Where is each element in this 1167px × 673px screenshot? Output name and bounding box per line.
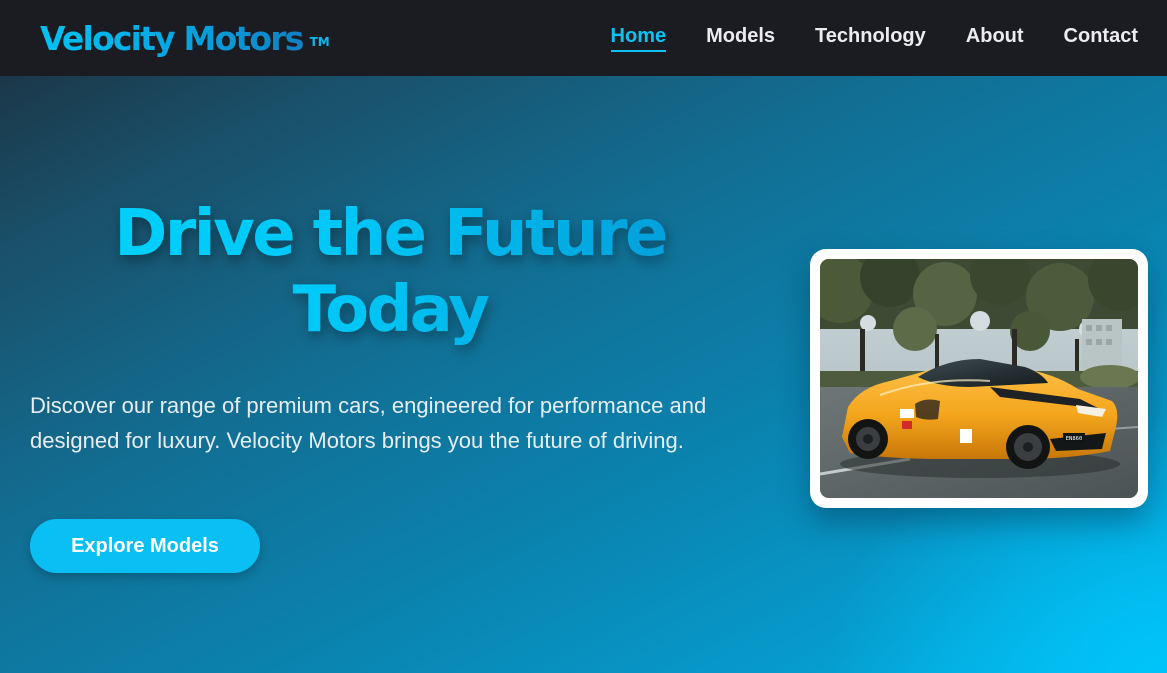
nav-contact-link[interactable]: Contact [1064,25,1138,52]
explore-models-button[interactable]: Explore Models [30,519,260,573]
hero-title: Drive the Future Today [40,196,740,348]
hero-section: Drive the Future Today Discover our rang… [0,76,1167,673]
hero-description: Discover our range of premium cars, engi… [30,393,707,453]
nav-about-link[interactable]: About [966,25,1024,52]
trademark-mark: TM [309,34,330,49]
brand-name: Velocity Motors [40,18,304,58]
hero-title-line-2: Today [292,273,488,347]
car-photo: EN860 [820,259,1138,498]
nav-home-link[interactable]: Home [610,25,667,52]
hero-title-line-1: Drive the Future [114,197,666,271]
top-navbar: Velocity Motors TM Home Models Technolog… [0,0,1167,76]
nav-technology-link[interactable]: Technology [815,25,926,52]
brand-logo[interactable]: Velocity Motors TM [40,19,330,58]
car-image-frame: EN860 [810,249,1148,508]
nav-models-link[interactable]: Models [706,25,775,52]
license-plate-text: EN860 [1066,436,1083,442]
main-nav: Home Models Technology About Contact [610,25,1138,52]
